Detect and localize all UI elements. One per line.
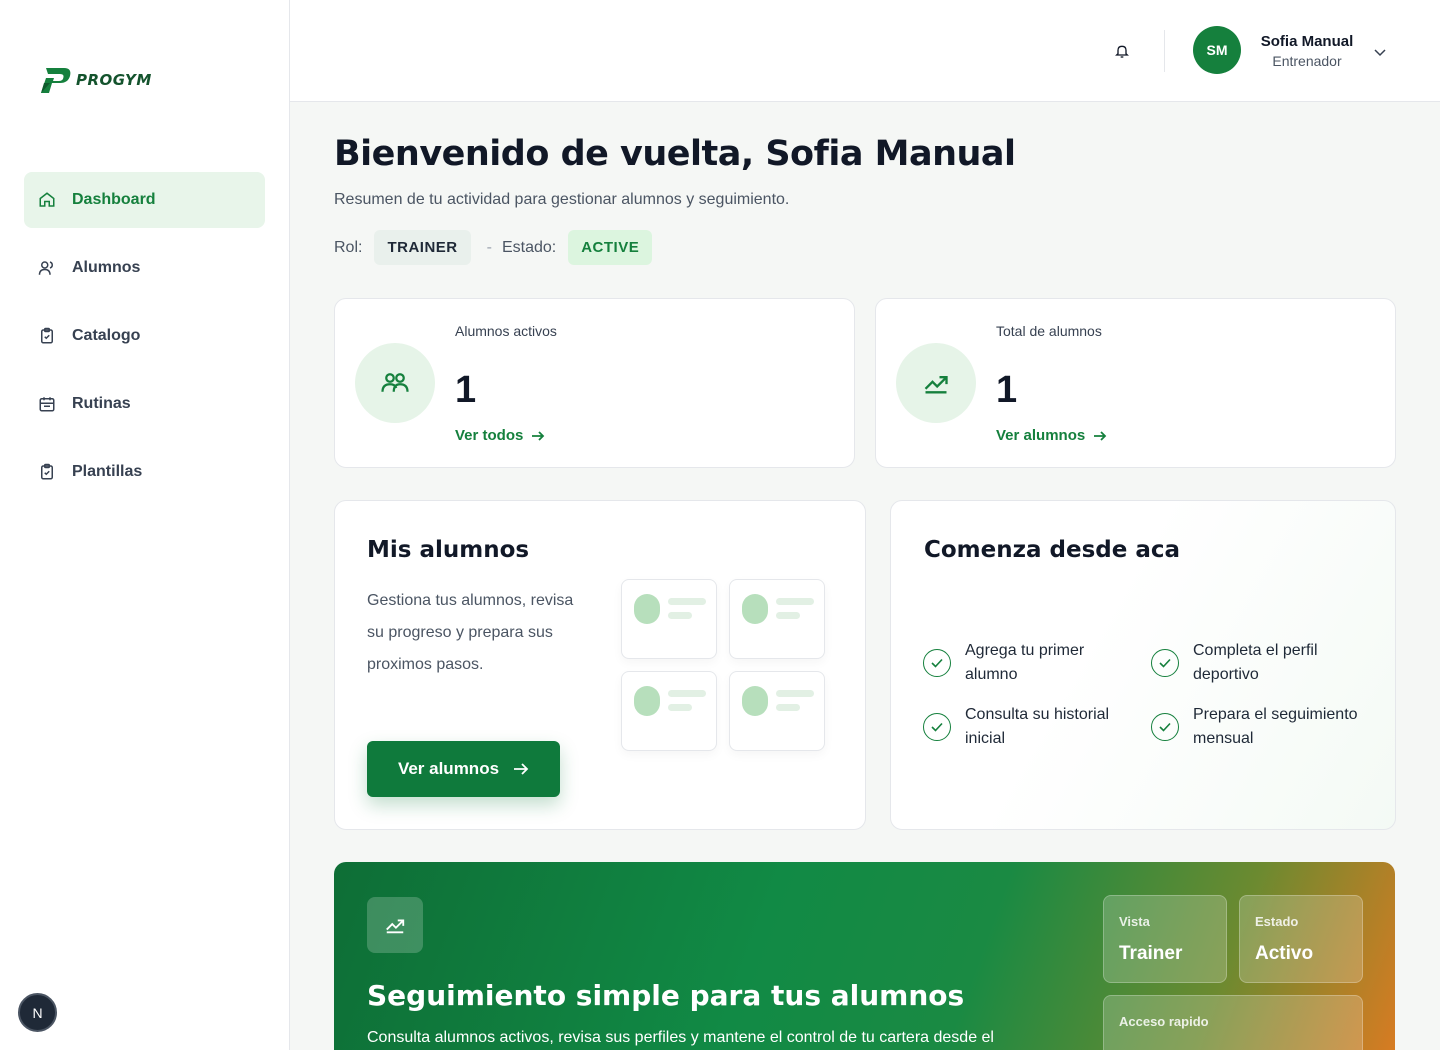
check-icon xyxy=(1151,713,1179,741)
role-label: Rol: xyxy=(334,238,363,256)
chevron-down-icon[interactable] xyxy=(1374,44,1386,57)
stat-label: Total de alumnos xyxy=(996,323,1102,339)
calendar-icon xyxy=(38,395,56,413)
student-placeholder-card xyxy=(729,671,825,751)
sidebar-item-rutinas[interactable]: Rutinas xyxy=(24,376,265,432)
avatar[interactable]: SM xyxy=(1193,26,1241,74)
tile-label: Acceso rapido xyxy=(1119,1014,1209,1029)
tile-label: Estado xyxy=(1255,914,1299,929)
checklist-text: Prepara el seguimiento mensual xyxy=(1193,706,1358,747)
users-icon xyxy=(38,259,56,277)
tile-value: Activo xyxy=(1255,943,1314,964)
students-card: Mis alumnos Gestiona tus alumnos, revisa… xyxy=(334,500,866,830)
home-icon xyxy=(38,191,56,209)
sidebar-item-dashboard[interactable]: Dashboard xyxy=(24,172,265,228)
link-label: Ver todos xyxy=(455,427,524,444)
progym-logo-icon xyxy=(41,68,71,93)
quick-access-tile[interactable]: Acceso rapido xyxy=(1103,995,1363,1050)
sidebar-item-plantillas[interactable]: Plantillas xyxy=(24,444,265,500)
trending-up-icon xyxy=(896,343,976,423)
checklist-text: Completa el perfil deportivo xyxy=(1193,642,1318,683)
topbar: SM Sofia Manual Entrenador xyxy=(290,0,1440,102)
brand-logo[interactable]: PROGYM xyxy=(38,66,152,94)
stat-card-total-students: Total de alumnos 1 Ver alumnos xyxy=(875,298,1396,468)
sidebar-item-catalogo[interactable]: Catalogo xyxy=(24,308,265,364)
banner-title: Seguimiento simple para tus alumnos xyxy=(367,979,965,1012)
dev-tools-badge[interactable]: N xyxy=(18,993,57,1032)
trending-up-icon xyxy=(367,897,423,953)
stat-value: 1 xyxy=(455,369,477,411)
sidebar-item-label: Alumnos xyxy=(72,259,141,276)
sidebar-item-label: Plantillas xyxy=(72,463,143,480)
banner-description: Consulta alumnos activos, revisa sus per… xyxy=(367,1029,994,1046)
card-title: Comenza desde aca xyxy=(924,537,1181,563)
brand-name: PROGYM xyxy=(76,71,152,89)
page-title: Bienvenido de vuelta, Sofia Manual xyxy=(334,134,1016,174)
user-name[interactable]: Sofia Manual xyxy=(1250,33,1364,50)
checklist-item: Completa el perfil deportivo xyxy=(1151,639,1371,687)
view-students-button[interactable]: Ver alumnos xyxy=(367,741,560,797)
page-subtitle: Resumen de tu actividad para gestionar a… xyxy=(334,191,790,208)
card-description: Gestiona tus alumnos, revisa su progreso… xyxy=(367,592,574,673)
student-placeholder-card xyxy=(729,579,825,659)
clipboard-check-icon xyxy=(38,327,56,345)
checklist-text: Agrega tu primer alumno xyxy=(965,642,1085,683)
check-icon xyxy=(923,713,951,741)
card-title: Mis alumnos xyxy=(367,537,530,563)
user-role: Entrenador xyxy=(1272,53,1342,69)
view-tile: Vista Trainer xyxy=(1103,895,1227,983)
arrow-right-icon xyxy=(532,430,545,441)
link-label: Ver alumnos xyxy=(996,427,1086,444)
tile-label: Vista xyxy=(1119,914,1150,929)
sidebar-item-alumnos[interactable]: Alumnos xyxy=(24,240,265,296)
student-placeholder-card xyxy=(621,671,717,751)
sidebar-item-label: Rutinas xyxy=(72,395,131,412)
arrow-right-icon xyxy=(514,763,529,775)
checklist-item: Prepara el seguimiento mensual xyxy=(1151,703,1371,751)
arrow-right-icon xyxy=(1094,430,1107,441)
status-label: Estado: xyxy=(501,238,557,256)
tile-value: Trainer xyxy=(1119,943,1183,964)
check-icon xyxy=(1151,649,1179,677)
sidebar-item-label: Catalogo xyxy=(72,327,141,344)
sidebar: PROGYM Dashboard Alumnos Catalogo Rutina… xyxy=(0,0,290,1050)
button-label: Ver alumnos xyxy=(397,759,500,778)
checklist-item: Agrega tu primer alumno xyxy=(923,639,1123,687)
student-placeholder-card xyxy=(621,579,717,659)
role-badge: TRAINER xyxy=(374,230,471,265)
stat-label: Alumnos activos xyxy=(455,323,557,339)
view-all-link[interactable]: Ver todos xyxy=(455,427,545,444)
tracking-banner: Seguimiento simple para tus alumnos Cons… xyxy=(334,862,1395,1050)
role-status-row: Rol: TRAINER - Estado: ACTIVE xyxy=(334,230,653,265)
view-students-link[interactable]: Ver alumnos xyxy=(996,427,1107,444)
separator: - xyxy=(486,238,492,256)
checklist-item: Consulta su historial inicial xyxy=(923,703,1123,751)
sidebar-item-label: Dashboard xyxy=(72,191,156,208)
stat-value: 1 xyxy=(996,369,1018,411)
divider xyxy=(1164,30,1165,72)
sidebar-nav: Dashboard Alumnos Catalogo Rutinas Plant… xyxy=(24,172,265,512)
checklist-text: Consulta su historial inicial xyxy=(965,706,1110,747)
getting-started-card: Comenza desde aca Agrega tu primer alumn… xyxy=(890,500,1396,830)
check-icon xyxy=(923,649,951,677)
stat-card-active-students: Alumnos activos 1 Ver todos xyxy=(334,298,855,468)
status-badge: ACTIVE xyxy=(568,230,653,265)
bell-icon[interactable] xyxy=(1114,42,1130,60)
users-icon xyxy=(355,343,435,423)
clipboard-check-icon xyxy=(38,463,56,481)
status-tile: Estado Activo xyxy=(1239,895,1363,983)
